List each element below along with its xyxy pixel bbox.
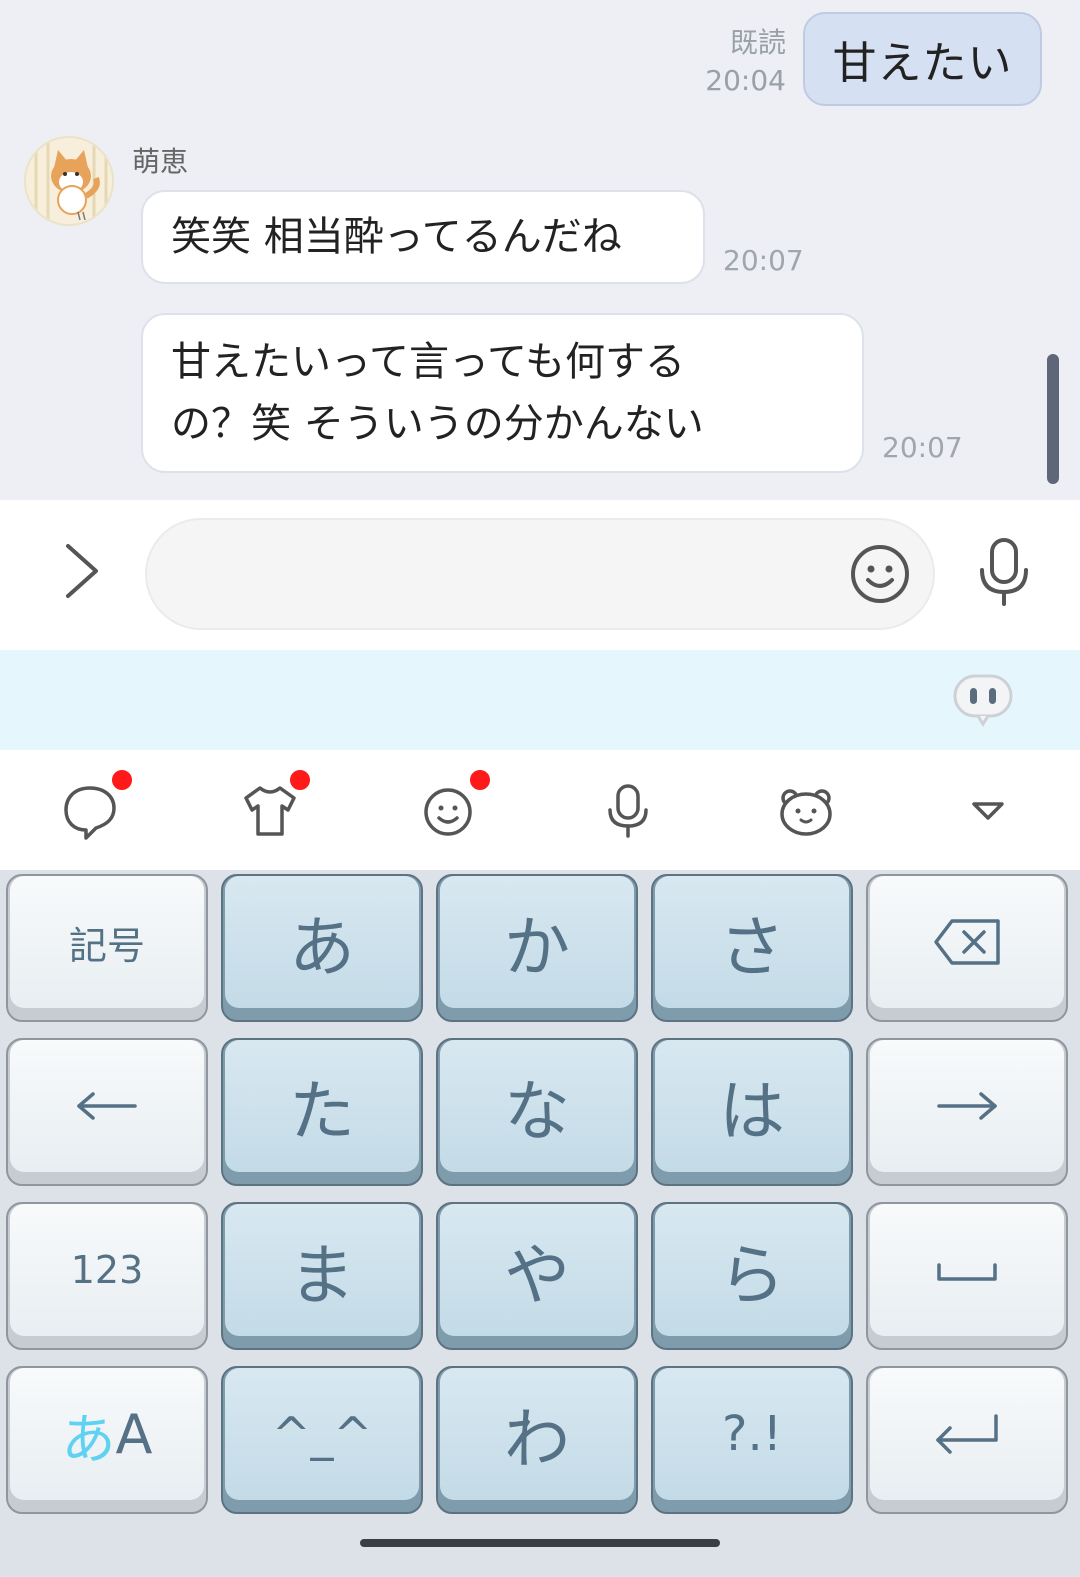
left-arrow-icon bbox=[77, 1092, 137, 1120]
key-space[interactable] bbox=[866, 1202, 1068, 1350]
message-time: 20:07 bbox=[723, 244, 804, 277]
key-label: ?.! bbox=[655, 1368, 849, 1500]
microphone-icon[interactable] bbox=[596, 778, 660, 842]
key-input-mode[interactable]: あA bbox=[6, 1366, 208, 1514]
right-arrow-icon bbox=[937, 1092, 997, 1120]
key-label: あ bbox=[225, 876, 419, 1008]
expand-chevron-icon[interactable] bbox=[60, 540, 104, 602]
key-label: た bbox=[225, 1040, 419, 1172]
key-na[interactable]: な bbox=[436, 1038, 638, 1186]
message-text-line: 甘えたいって言っても何する bbox=[171, 339, 685, 385]
suggestion-bar bbox=[0, 650, 1080, 750]
collapse-triangle-icon[interactable] bbox=[956, 778, 1020, 842]
key-label: は bbox=[655, 1040, 849, 1172]
message-input[interactable] bbox=[145, 518, 935, 630]
message-input-bar bbox=[0, 500, 1080, 650]
key-enter[interactable] bbox=[866, 1366, 1068, 1514]
key-kaomoji[interactable]: ^_^ bbox=[221, 1366, 423, 1514]
key-left-arrow[interactable] bbox=[6, 1038, 208, 1186]
key-ya[interactable]: や bbox=[436, 1202, 638, 1350]
key-numbers[interactable]: 123 bbox=[6, 1202, 208, 1350]
key-label: ^_^ bbox=[225, 1368, 419, 1500]
bear-icon[interactable] bbox=[774, 778, 838, 842]
key-right-arrow[interactable] bbox=[866, 1038, 1068, 1186]
home-indicator[interactable] bbox=[360, 1539, 720, 1547]
backspace-icon bbox=[934, 919, 1000, 965]
key-ra[interactable]: ら bbox=[651, 1202, 853, 1350]
shiba-dog-icon bbox=[26, 138, 112, 224]
key-label: か bbox=[440, 876, 634, 1008]
navigation-bar bbox=[0, 1525, 1080, 1577]
key-label: 記号 bbox=[10, 876, 204, 1008]
read-receipt: 既読 20:04 bbox=[705, 24, 786, 100]
message-time: 20:07 bbox=[882, 431, 963, 464]
assistant-bubble-icon[interactable] bbox=[952, 672, 1014, 728]
key-backspace[interactable] bbox=[866, 874, 1068, 1022]
incoming-message-bubble[interactable]: 甘えたいって言っても何する の？笑 そういうの分かんない bbox=[141, 313, 864, 473]
key-sa[interactable]: さ bbox=[651, 874, 853, 1022]
key-wa[interactable]: わ bbox=[436, 1366, 638, 1514]
key-ma[interactable]: ま bbox=[221, 1202, 423, 1350]
space-icon bbox=[937, 1263, 997, 1281]
key-label: ま bbox=[225, 1204, 419, 1336]
keyboard: 記号 あ か さ た な は 123 ま や ら あ A ^_^ わ ?.! bbox=[0, 870, 1080, 1525]
key-ha[interactable]: は bbox=[651, 1038, 853, 1186]
message-text-line: の？笑 そういうの分かんない bbox=[171, 401, 704, 447]
key-punctuation[interactable]: ?.! bbox=[651, 1366, 853, 1514]
enter-icon bbox=[936, 1414, 998, 1454]
emoji-icon[interactable] bbox=[848, 542, 912, 606]
key-ka[interactable]: か bbox=[436, 874, 638, 1022]
key-label: 123 bbox=[10, 1204, 204, 1336]
outgoing-message-bubble[interactable]: 甘えたい bbox=[803, 12, 1042, 106]
keyboard-toolbar bbox=[0, 750, 1080, 870]
notification-dot bbox=[288, 768, 312, 792]
read-label: 既読 bbox=[729, 26, 786, 59]
chat-area: 既読 20:04 甘えたい 萌恵 笑笑 相当酔ってるんだね 20:07 甘えたい… bbox=[0, 0, 1080, 500]
key-label: や bbox=[440, 1204, 634, 1336]
sender-name: 萌恵 bbox=[132, 145, 189, 178]
key-label: な bbox=[440, 1040, 634, 1172]
key-ta[interactable]: た bbox=[221, 1038, 423, 1186]
message-text: 笑笑 相当酔ってるんだね bbox=[171, 214, 622, 260]
key-symbols[interactable]: 記号 bbox=[6, 874, 208, 1022]
key-label: ら bbox=[655, 1204, 849, 1336]
notification-dot bbox=[468, 768, 492, 792]
mode-kana-label: あ bbox=[61, 1407, 116, 1471]
notification-dot bbox=[110, 768, 134, 792]
mode-alpha-label: A bbox=[115, 1402, 153, 1466]
outgoing-time: 20:04 bbox=[705, 64, 786, 97]
scrollbar[interactable] bbox=[1047, 354, 1059, 484]
incoming-message-bubble[interactable]: 笑笑 相当酔ってるんだね bbox=[141, 190, 705, 284]
key-label: さ bbox=[655, 876, 849, 1008]
microphone-icon[interactable] bbox=[976, 536, 1032, 608]
key-label: わ bbox=[440, 1368, 634, 1500]
avatar[interactable] bbox=[24, 136, 114, 226]
key-a[interactable]: あ bbox=[221, 874, 423, 1022]
